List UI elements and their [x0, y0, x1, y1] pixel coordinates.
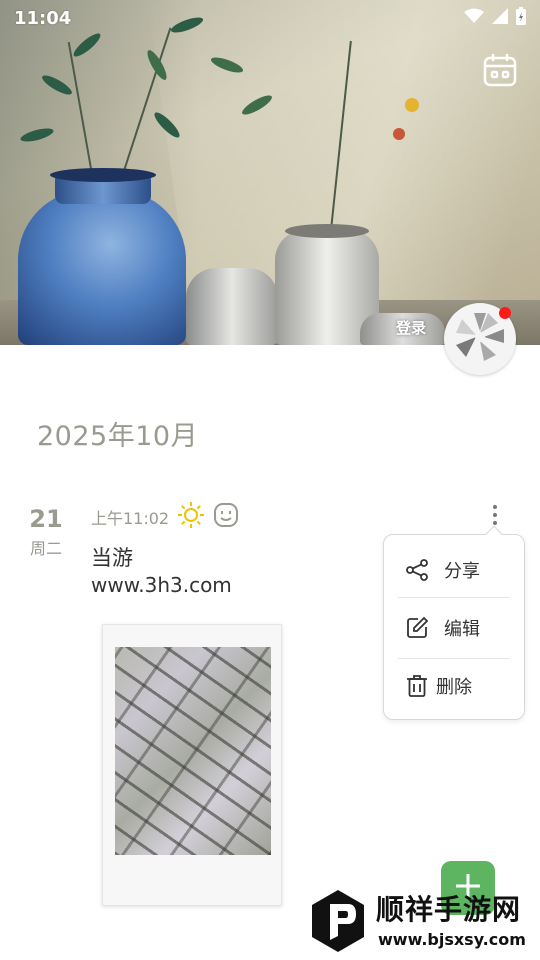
dot — [493, 505, 497, 509]
entry-day: 21 — [29, 505, 63, 533]
watermark-name: 顺祥手游网 — [376, 893, 522, 926]
entry-photo — [115, 647, 271, 855]
month-title: 2025年10月 — [37, 421, 199, 452]
white-vase — [186, 268, 278, 345]
white-vase-rim — [285, 224, 369, 238]
status-bar: 11:04 — [0, 0, 540, 36]
entry-date: 21 周二 — [26, 505, 66, 559]
flower-avatar-icon — [452, 309, 508, 369]
login-button[interactable]: 登录 — [396, 317, 426, 338]
entry-meta: 上午11:02 — [91, 501, 239, 533]
entry-context-menu: 分享 编辑 删除 — [383, 525, 526, 720]
notification-dot — [499, 307, 511, 319]
watermark: 顺祥手游网 www.bjsxsy.com — [306, 884, 540, 960]
status-time: 11:04 — [14, 7, 72, 29]
smile-face-icon — [213, 502, 239, 532]
entry-weekday: 周二 — [29, 539, 62, 558]
watermark-logo — [310, 888, 366, 958]
header-background-painting — [0, 0, 540, 345]
sun-icon — [177, 501, 205, 533]
menu-item-edit[interactable]: 编辑 — [384, 599, 526, 657]
menu-item-label: 删除 — [436, 677, 472, 698]
watermark-url: www.bjsxsy.com — [378, 930, 526, 949]
menu-item-label: 编辑 — [444, 619, 480, 640]
popup-arrow — [485, 525, 503, 543]
dot — [493, 513, 497, 517]
wifi-icon — [464, 8, 484, 28]
calendar-icon — [482, 52, 518, 92]
blue-vase — [18, 190, 186, 345]
edit-icon — [404, 615, 430, 641]
menu-item-share[interactable]: 分享 — [384, 541, 526, 599]
red-flower — [393, 128, 405, 140]
entry-title: 当游 — [91, 546, 133, 570]
blue-vase-rim — [50, 168, 156, 182]
status-icons — [464, 7, 526, 29]
entry-time: 上午11:02 — [91, 509, 170, 528]
calendar-button[interactable] — [480, 52, 520, 92]
more-options-button[interactable] — [484, 502, 506, 528]
signal-icon — [492, 8, 508, 28]
menu-item-delete[interactable]: 删除 — [384, 657, 526, 715]
menu-item-label: 分享 — [444, 561, 480, 582]
battery-charging-icon — [516, 7, 526, 29]
share-icon — [404, 557, 430, 583]
entry-url[interactable]: www.3h3.com — [91, 573, 232, 597]
yellow-flower — [405, 98, 419, 112]
trash-icon — [404, 673, 430, 699]
menu-divider — [398, 597, 510, 598]
entry-photo-card[interactable] — [102, 624, 282, 906]
